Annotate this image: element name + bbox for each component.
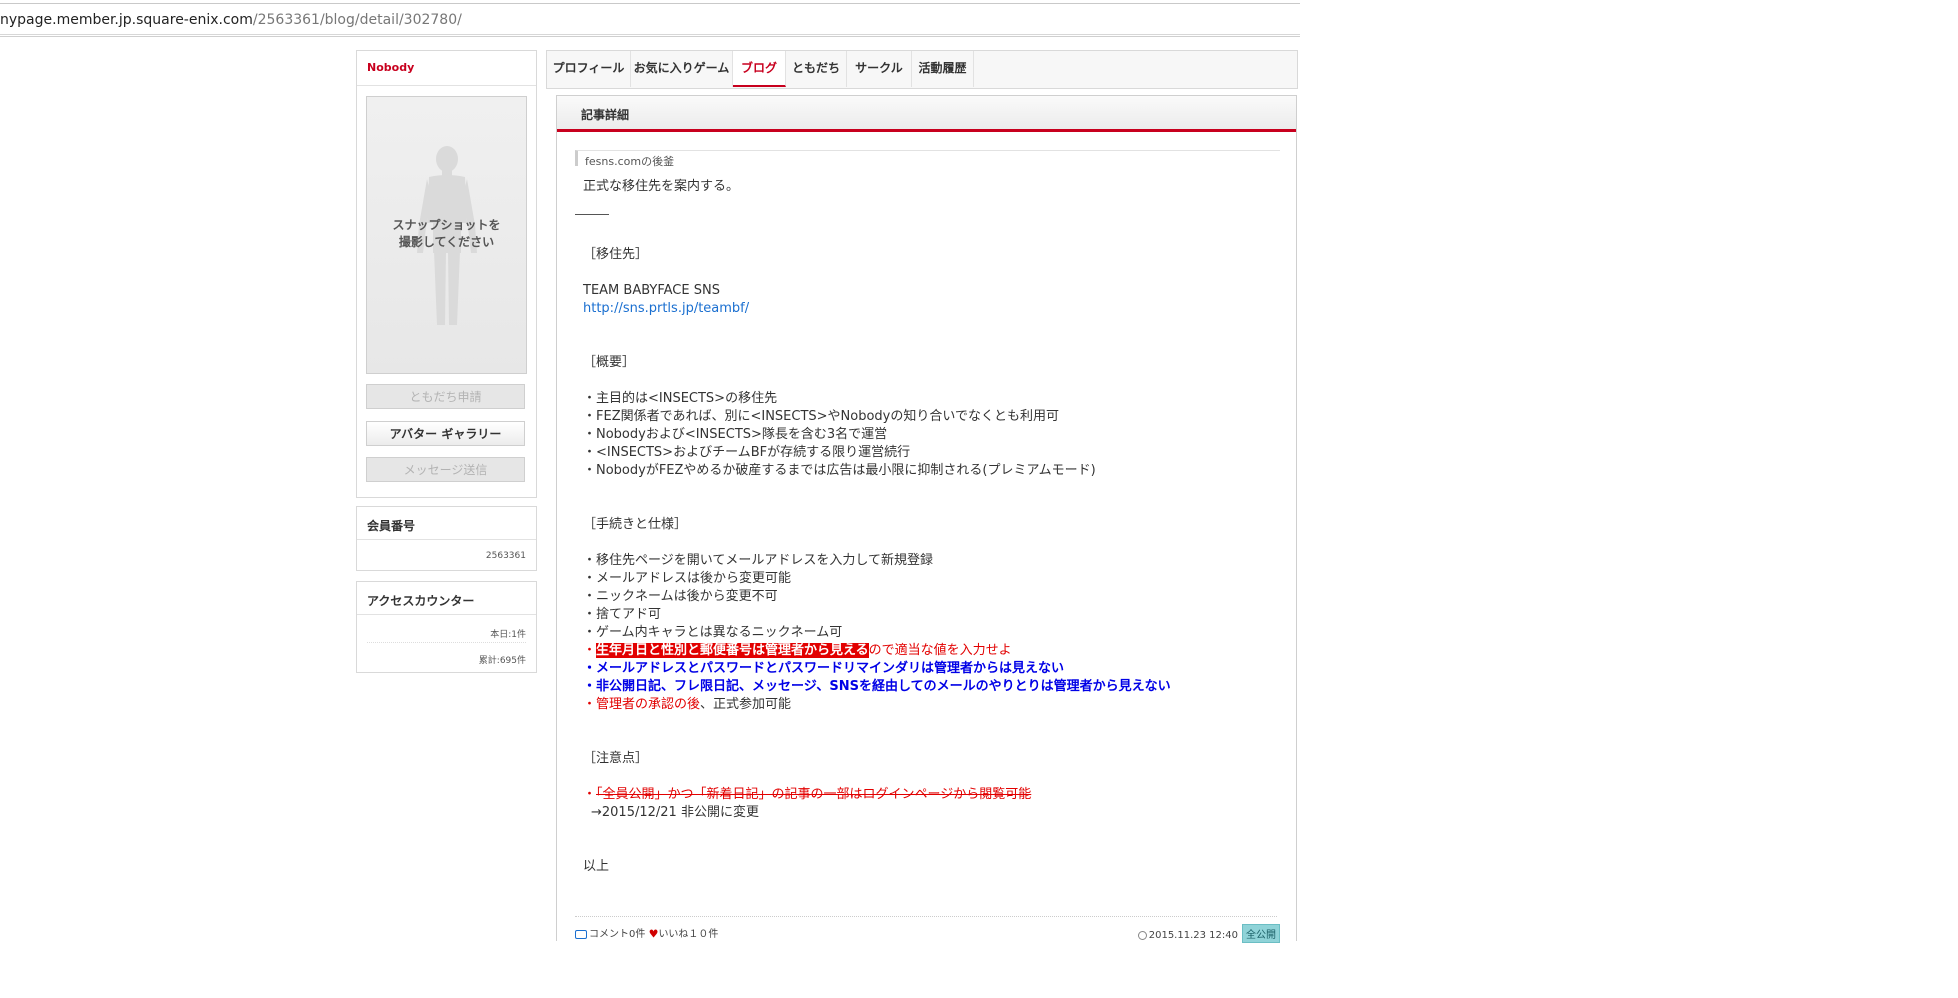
procedure-item: ・ゲーム内キャラとは異なるニックネーム可 bbox=[583, 625, 843, 640]
divider bbox=[357, 85, 536, 86]
visibility-badge: 全公開 bbox=[1242, 924, 1280, 943]
overview-item: ・主目的は<INSECTS>の移住先 bbox=[583, 391, 778, 406]
procedure-item: ・メールアドレスは後から変更可能 bbox=[583, 571, 792, 586]
site-name: TEAM BABYFACE SNS bbox=[583, 283, 720, 298]
address-bar[interactable]: nypage.member.jp.square-enix.com/2563361… bbox=[0, 0, 1300, 37]
article-header: 記事詳細 bbox=[557, 96, 1296, 132]
footer-divider bbox=[575, 916, 1277, 918]
notice-bullet: ・ bbox=[583, 787, 597, 802]
profile-name[interactable]: Nobody bbox=[367, 61, 414, 74]
access-counter-panel: アクセスカウンター 本日:1件 累計:695件 bbox=[356, 581, 537, 673]
article-panel: 記事詳細 fesns.comの後釜 正式な移住先を案内する。 ［移住先］ TEA… bbox=[556, 95, 1297, 943]
tab-friends[interactable]: ともだち bbox=[786, 51, 847, 87]
approval-item: ・管理者の承認の後、正式参加可能 bbox=[583, 696, 791, 714]
warning-bullet: ・ bbox=[583, 643, 597, 658]
send-message-button[interactable]: メッセージ送信 bbox=[366, 457, 525, 482]
tab-blog[interactable]: ブログ bbox=[733, 51, 786, 87]
tab-profile[interactable]: プロフィール bbox=[547, 51, 631, 87]
access-total: 累計:695件 bbox=[478, 656, 526, 666]
separator-line bbox=[575, 214, 609, 215]
address-bar-top-border bbox=[0, 3, 1300, 4]
privacy-item: ・メールアドレスとパスワードとパスワードリマインダリは管理者からは見えない bbox=[583, 661, 1065, 676]
divider bbox=[357, 614, 536, 615]
member-number-value: 2563361 bbox=[485, 551, 526, 561]
comment-count[interactable]: コメント0件 bbox=[589, 929, 645, 940]
tab-circle[interactable]: サークル bbox=[847, 51, 912, 87]
section-heading-notes: ［注意点］ bbox=[583, 751, 649, 766]
warning-highlight: 生年月日と性別と郵便番号は管理者から見える bbox=[596, 643, 869, 658]
notice-struck-text: 「全員公開」かつ「新着日記」の記事の一部はログインページから閲覧可能 bbox=[596, 787, 1032, 802]
intro-text: 正式な移住先を案内する。 bbox=[583, 179, 740, 194]
post-title: fesns.comの後釜 bbox=[585, 155, 675, 168]
post-title-bar: fesns.comの後釜 bbox=[575, 150, 1280, 168]
member-number-title: 会員番号 bbox=[367, 519, 416, 533]
avatar-message-line2: 撮影してください bbox=[398, 235, 495, 249]
post-datetime: 2015.11.23 12:40 bbox=[1148, 930, 1238, 941]
heart-icon: ♥ bbox=[648, 927, 659, 941]
clock-icon bbox=[1137, 930, 1147, 940]
tab-activity-history[interactable]: 活動履歴 bbox=[912, 51, 974, 87]
overview-item: ・Nobodyおよび<INSECTS>隊長を含む3名で運営 bbox=[583, 427, 888, 442]
warning-rest: ので適当な値を入力せよ bbox=[868, 643, 1012, 658]
overview-item: ・NobodyがFEZやめるか破産するまでは広告は最小限に抑制される(プレミアム… bbox=[583, 463, 1096, 478]
avatar-message-line1: スナップショットを bbox=[392, 218, 501, 232]
like-count[interactable]: いいね１０件 bbox=[658, 929, 718, 940]
section-heading-overview: ［概要］ bbox=[583, 355, 636, 370]
procedure-item: ・ニックネームは後から変更不可 bbox=[583, 589, 778, 604]
avatar-placeholder: スナップショットを 撮影してください bbox=[366, 96, 527, 374]
overview-item: ・<INSECTS>およびチームBFが存続する限り運営続行 bbox=[583, 445, 911, 460]
notice-change: →2015/12/21 非公開に変更 bbox=[591, 805, 759, 820]
procedure-item: ・捨てアド可 bbox=[583, 607, 662, 622]
notice-item: ・「全員公開」かつ「新着日記」の記事の一部はログインページから閲覧可能 bbox=[583, 786, 1031, 804]
closing-text: 以上 bbox=[583, 859, 610, 874]
approval-red: 管理者の承認の後 bbox=[596, 697, 701, 712]
warning-item: ・生年月日と性別と郵便番号は管理者から見えるので適当な値を入力せよ bbox=[583, 642, 1012, 660]
section-heading-procedures: ［手続きと仕様］ bbox=[583, 517, 688, 532]
divider bbox=[367, 642, 526, 644]
member-number-panel: 会員番号 2563361 bbox=[356, 506, 537, 571]
profile-panel: Nobody スナップショットを 撮影してください ともだち申請 アバター ギャ… bbox=[356, 50, 537, 498]
article-header-title: 記事詳細 bbox=[581, 108, 630, 122]
post-footer-meta: 2015.11.23 12:40 全公開 bbox=[1137, 924, 1280, 943]
profile-tabs: プロフィール お気に入りゲーム ブログ ともだち サークル 活動履歴 bbox=[546, 50, 1298, 89]
url-host: nypage.member.jp.square-enix.com bbox=[0, 12, 253, 28]
access-counter-title: アクセスカウンター bbox=[367, 594, 475, 608]
url-text[interactable]: nypage.member.jp.square-enix.com/2563361… bbox=[0, 12, 462, 28]
procedure-item: ・移住先ページを開いてメールアドレスを入力して新規登録 bbox=[583, 553, 933, 568]
friend-request-button[interactable]: ともだち申請 bbox=[366, 384, 525, 409]
url-path: /2563361/blog/detail/302780/ bbox=[252, 12, 462, 28]
site-link[interactable]: http://sns.prtls.jp/teambf/ bbox=[583, 301, 749, 316]
access-today: 本日:1件 bbox=[490, 630, 526, 640]
section-heading-destination: ［移住先］ bbox=[583, 247, 649, 262]
approval-bullet: ・ bbox=[583, 697, 597, 712]
privacy-item: ・非公開日記、フレ限日記、メッセージ、SNSを経由してのメールのやりとりは管理者… bbox=[583, 679, 1171, 694]
overview-item: ・FEZ関係者であれば、別に<INSECTS>やNobodyの知り合いでなくとも… bbox=[583, 409, 1059, 424]
divider bbox=[357, 539, 536, 540]
post-footer-stats: コメント0件 ♥いいね１０件 bbox=[575, 925, 718, 941]
tab-favorite-games[interactable]: お気に入りゲーム bbox=[631, 51, 733, 87]
approval-rest: 、正式参加可能 bbox=[700, 697, 792, 712]
comment-icon bbox=[575, 929, 587, 939]
avatar-gallery-button[interactable]: アバター ギャラリー bbox=[366, 421, 525, 446]
avatar-message: スナップショットを 撮影してください bbox=[367, 217, 526, 251]
address-bar-bottom-border bbox=[0, 34, 1300, 35]
